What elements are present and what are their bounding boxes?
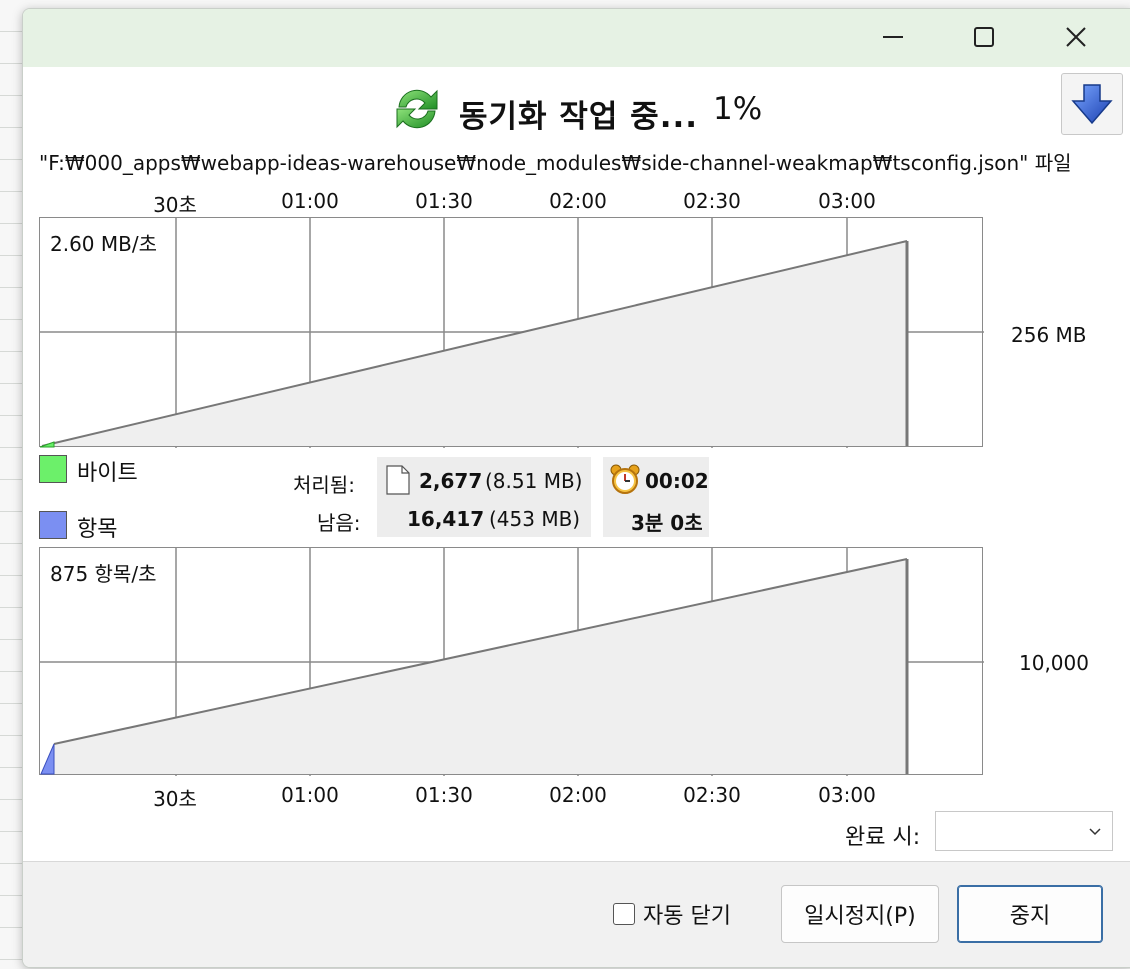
top-tick: 01:00 bbox=[281, 189, 339, 213]
auto-close-checkbox[interactable] bbox=[613, 903, 635, 925]
sync-progress-dialog: 동기화 작업 중... 1% "F:₩000_apps₩webapp-ideas… bbox=[22, 8, 1130, 968]
elapsed-time: 00:02 bbox=[645, 469, 709, 493]
current-file-path: "F:₩000_apps₩webapp-ideas-warehouse₩node… bbox=[39, 151, 1072, 175]
items-forecast-area bbox=[54, 559, 907, 774]
remaining-count: 16,417 bbox=[407, 507, 485, 531]
top-tick: 02:00 bbox=[549, 189, 607, 213]
legend-bytes-swatch bbox=[39, 455, 67, 483]
bottom-tick: 30초 bbox=[153, 787, 197, 811]
completion-action-select[interactable] bbox=[935, 811, 1113, 851]
bytes-rate: 2.60 MB/초 bbox=[50, 228, 158, 257]
completion-label: 완료 시: bbox=[845, 825, 921, 850]
bottom-tick: 03:00 bbox=[818, 783, 876, 807]
remaining-time: 3분 0초 bbox=[631, 511, 703, 535]
bytes-total: 256 MB bbox=[1011, 323, 1087, 347]
close-icon bbox=[1066, 27, 1086, 47]
minimize-icon bbox=[883, 36, 903, 38]
items-graph: 875 항목/초 bbox=[39, 547, 984, 776]
top-tick: 02:30 bbox=[683, 189, 741, 213]
chevron-down-icon bbox=[1089, 828, 1101, 836]
maximize-icon bbox=[974, 27, 994, 47]
maximize-button[interactable] bbox=[961, 17, 1007, 57]
minimize-to-tray-button[interactable] bbox=[1061, 73, 1123, 135]
file-icon bbox=[386, 465, 410, 495]
legend-items-label: 항목 bbox=[77, 517, 118, 542]
top-tick: 03:00 bbox=[818, 189, 876, 213]
sync-arrows-icon bbox=[396, 89, 438, 129]
close-button[interactable] bbox=[1053, 17, 1099, 57]
items-total: 10,000 bbox=[1019, 651, 1089, 675]
headline: 동기화 작업 중... 1% bbox=[23, 81, 1130, 141]
bytes-graph: 2.60 MB/초 bbox=[39, 217, 984, 448]
title-bar bbox=[23, 9, 1130, 67]
legend-items-swatch bbox=[39, 511, 67, 539]
processed-size: (8.51 MB) bbox=[485, 469, 583, 493]
bytes-graph-canvas bbox=[40, 218, 984, 448]
legend-bytes-label: 바이트 bbox=[77, 461, 138, 486]
alarm-clock-icon bbox=[610, 464, 640, 494]
auto-close-label[interactable]: 자동 닫기 bbox=[643, 898, 731, 930]
items-progress-fill bbox=[40, 743, 55, 775]
footer: 자동 닫기 일시정지(P) 중지 bbox=[23, 861, 1130, 967]
remaining-size: (453 MB) bbox=[489, 507, 581, 531]
top-tick: 01:30 bbox=[415, 189, 473, 213]
remaining-label: 남음: bbox=[317, 511, 361, 535]
processed-count: 2,677 bbox=[419, 469, 483, 493]
bytes-progress-fill bbox=[40, 441, 55, 448]
bottom-tick: 02:00 bbox=[549, 783, 607, 807]
stop-button[interactable]: 중지 bbox=[957, 885, 1103, 943]
minimize-button[interactable] bbox=[870, 17, 916, 57]
top-tick: 30초 bbox=[153, 193, 197, 217]
items-rate: 875 항목/초 bbox=[50, 558, 157, 587]
progress-percent: 1% bbox=[713, 91, 763, 127]
pause-button[interactable]: 일시정지(P) bbox=[781, 885, 939, 943]
down-arrow-icon bbox=[1071, 84, 1113, 125]
time-panel: 00:02 3분 0초 bbox=[603, 457, 709, 537]
bottom-tick: 02:30 bbox=[683, 783, 741, 807]
stats-panel: 2,677 (8.51 MB) 16,417 (453 MB) bbox=[377, 457, 591, 537]
bottom-tick: 01:00 bbox=[281, 783, 339, 807]
bottom-tick: 01:30 bbox=[415, 783, 473, 807]
processed-label: 처리됨: bbox=[293, 473, 355, 497]
dialog-title: 동기화 작업 중... bbox=[459, 99, 699, 135]
items-graph-canvas bbox=[40, 548, 984, 776]
